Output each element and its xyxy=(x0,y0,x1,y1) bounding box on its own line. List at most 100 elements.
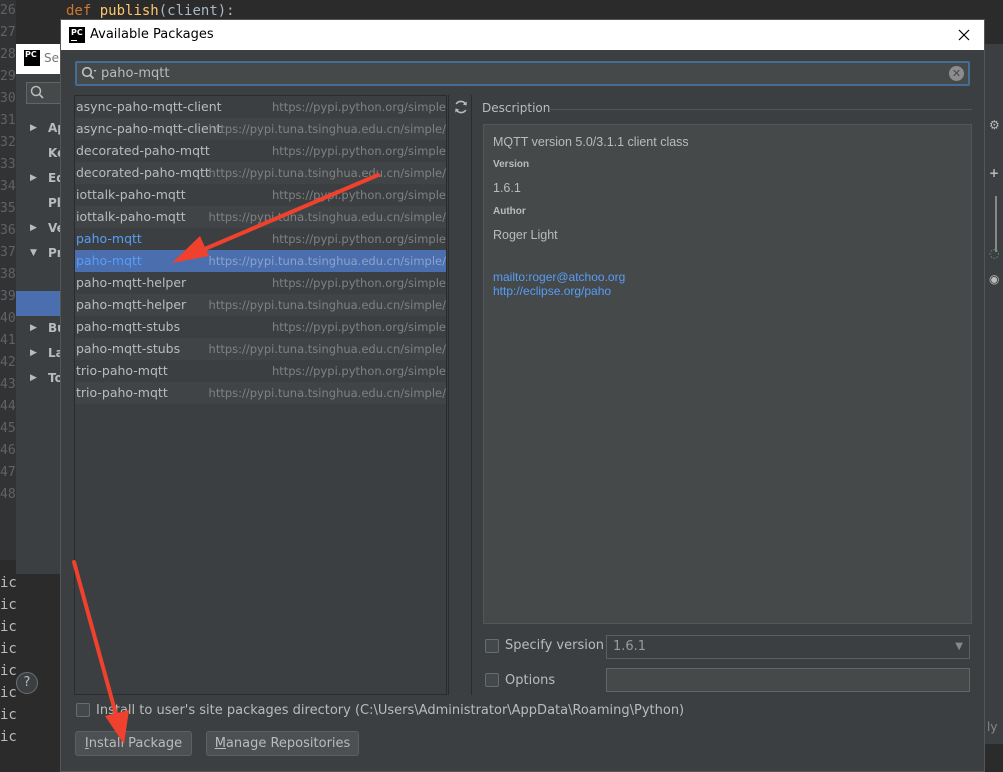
console-line: ic xyxy=(0,575,17,591)
install-to-user-checkbox[interactable] xyxy=(76,703,90,717)
package-row[interactable]: async-paho-mqtt-client https://pypi.tuna.… xyxy=(75,118,446,140)
settings-tree-item[interactable]: Ke xyxy=(16,141,65,166)
specify-version-label: Specify version xyxy=(505,638,605,653)
package-name: decorated-paho-mqtt xyxy=(76,165,210,180)
package-repository: https://pypi.tuna.tsinghua.edu.cn/simple… xyxy=(208,122,446,136)
package-row[interactable]: trio-paho-mqtt https://pypi.tuna.tsinghua… xyxy=(75,382,446,404)
dialog-titlebar: PC Available Packages xyxy=(61,20,984,50)
refresh-icon[interactable] xyxy=(453,99,469,115)
package-row[interactable]: paho-mqtt-helper https://pypi.python.org/… xyxy=(75,272,446,294)
manage-repositories-button[interactable]: Manage Repositories xyxy=(206,731,359,756)
settings-tree-item[interactable] xyxy=(16,266,60,291)
expand-right-icon[interactable]: ▶ xyxy=(30,166,37,191)
settings-tree-item[interactable] xyxy=(16,291,60,316)
clear-search-icon[interactable]: ✕ xyxy=(949,66,964,81)
package-search-input[interactable] xyxy=(101,64,941,83)
gear-icon[interactable]: ⚙ xyxy=(989,118,1003,132)
package-search-box: ✕ xyxy=(75,61,970,86)
settings-tree-item[interactable]: ▶ Bu xyxy=(16,316,66,341)
package-row[interactable]: paho-mqtt https://pypi.tuna.tsinghua.edu.… xyxy=(75,250,446,272)
package-row[interactable]: trio-paho-mqtt https://pypi.python.org/si… xyxy=(75,360,446,382)
apply-button[interactable]: ly xyxy=(987,720,997,734)
package-repository: https://pypi.python.org/simple xyxy=(271,364,446,378)
package-summary: MQTT version 5.0/3.1.1 client class xyxy=(493,135,689,149)
expand-right-icon[interactable]: ▶ xyxy=(30,366,37,391)
add-icon[interactable]: + xyxy=(989,166,1003,180)
expand-right-icon[interactable]: ▶ xyxy=(30,341,37,366)
line-number: 32 xyxy=(0,135,16,150)
settings-tree-item[interactable]: ▶ Ve xyxy=(16,216,65,241)
version-select-value: 1.6.1 xyxy=(613,639,647,654)
package-list[interactable]: async-paho-mqtt-client https://pypi.pytho… xyxy=(74,95,447,695)
package-row[interactable]: decorated-paho-mqtt https://pypi.python.o… xyxy=(75,140,446,162)
expand-right-icon[interactable]: ▶ xyxy=(30,216,37,241)
package-name: paho-mqtt-stubs xyxy=(76,319,181,334)
expand-down-icon[interactable]: ▼ xyxy=(30,241,37,266)
install-package-label: Install Package xyxy=(84,736,183,751)
line-number: 41 xyxy=(0,333,16,348)
console-line: ic xyxy=(0,641,17,657)
line-number: 42 xyxy=(0,355,16,370)
expand-right-icon[interactable]: ▶ xyxy=(30,116,37,141)
package-repository: https://pypi.tuna.tsinghua.edu.cn/simple… xyxy=(208,166,446,180)
code-args: (client): xyxy=(158,3,235,19)
package-row[interactable]: iottalk-paho-mqtt https://pypi.python.org… xyxy=(75,184,446,206)
package-row[interactable]: async-paho-mqtt-client https://pypi.pytho… xyxy=(75,96,446,118)
line-number: 35 xyxy=(0,201,16,216)
package-row[interactable]: paho-mqtt-stubs https://pypi.tuna.tsinghu… xyxy=(75,338,446,360)
package-name: trio-paho-mqtt xyxy=(76,363,168,378)
line-number: 27 xyxy=(0,25,16,40)
package-row[interactable]: iottalk-paho-mqtt https://pypi.tuna.tsing… xyxy=(75,206,446,228)
close-button[interactable] xyxy=(954,24,974,46)
description-panel: MQTT version 5.0/3.1.1 client class Vers… xyxy=(483,124,972,624)
description-label: Description xyxy=(482,101,551,115)
line-number: 28 xyxy=(0,47,16,62)
settings-tree-item[interactable]: Pl xyxy=(16,191,61,216)
console-line: ic xyxy=(0,619,17,635)
line-number: 36 xyxy=(0,223,16,238)
options-label: Options xyxy=(505,673,556,688)
package-row[interactable]: decorated-paho-mqtt https://pypi.tuna.tsi… xyxy=(75,162,446,184)
line-number: 43 xyxy=(0,377,16,392)
line-number: 40 xyxy=(0,311,16,326)
package-name: iottalk-paho-mqtt xyxy=(76,187,186,202)
scrollbar-thumb[interactable] xyxy=(995,196,997,252)
options-input[interactable] xyxy=(606,668,970,692)
package-row[interactable]: paho-mqtt-helper https://pypi.tuna.tsingh… xyxy=(75,294,446,316)
settings-tree-item[interactable]: ▶ Ap xyxy=(16,116,66,141)
package-row[interactable]: paho-mqtt https://pypi.python.org/simple xyxy=(75,228,446,250)
options-checkbox[interactable] xyxy=(485,673,499,687)
specify-version-checkbox[interactable] xyxy=(485,639,499,653)
package-repository: https://pypi.python.org/simple xyxy=(271,188,446,202)
pycharm-logo-icon: PC xyxy=(24,50,40,66)
homepage-link[interactable]: http://eclipse.org/paho xyxy=(493,284,611,298)
search-icon[interactable] xyxy=(81,66,97,82)
package-row[interactable]: paho-mqtt-stubs https://pypi.python.org/s… xyxy=(75,316,446,338)
version-select[interactable]: 1.6.1 ▼ xyxy=(606,635,970,659)
settings-tree-item[interactable]: ▶ To xyxy=(16,366,63,391)
settings-tree-item[interactable]: ▶ La xyxy=(16,341,64,366)
package-name: paho-mqtt xyxy=(76,253,142,268)
expand-right-icon[interactable]: ▶ xyxy=(30,316,37,341)
package-repository: https://pypi.tuna.tsinghua.edu.cn/simple… xyxy=(208,298,446,312)
help-button[interactable]: ? xyxy=(16,672,38,694)
package-name: decorated-paho-mqtt xyxy=(76,143,210,158)
package-name: paho-mqtt-stubs xyxy=(76,341,181,356)
line-number: 30 xyxy=(0,91,16,106)
dialog-title: Available Packages xyxy=(90,27,214,42)
settings-tree-item[interactable]: ▶ Ed xyxy=(16,166,65,191)
editor-line-numbers: 26 27 28 29 30 31 32 33 34 35 36 37 38 39 40 41 42 43 44 45… xyxy=(0,0,16,506)
code-function-name: publish xyxy=(99,3,159,19)
package-name: paho-mqtt xyxy=(76,231,142,246)
line-number: 45 xyxy=(0,421,16,436)
eye-icon[interactable]: ◉ xyxy=(989,272,1003,286)
line-number: 34 xyxy=(0,179,16,194)
author-email-link[interactable]: mailto:roger@atchoo.org xyxy=(493,270,625,284)
install-package-button[interactable]: Install Package xyxy=(75,731,192,756)
package-name: paho-mqtt-helper xyxy=(76,275,187,290)
line-number: 39 xyxy=(0,289,16,304)
settings-tree-item[interactable]: ▼ Pr xyxy=(16,241,63,266)
settings-right-strip: ⚙ + ◌ ◉ ly xyxy=(985,44,1003,744)
install-to-user-label: Install to user's site packages director… xyxy=(96,703,685,718)
version-heading: Version xyxy=(493,159,530,170)
